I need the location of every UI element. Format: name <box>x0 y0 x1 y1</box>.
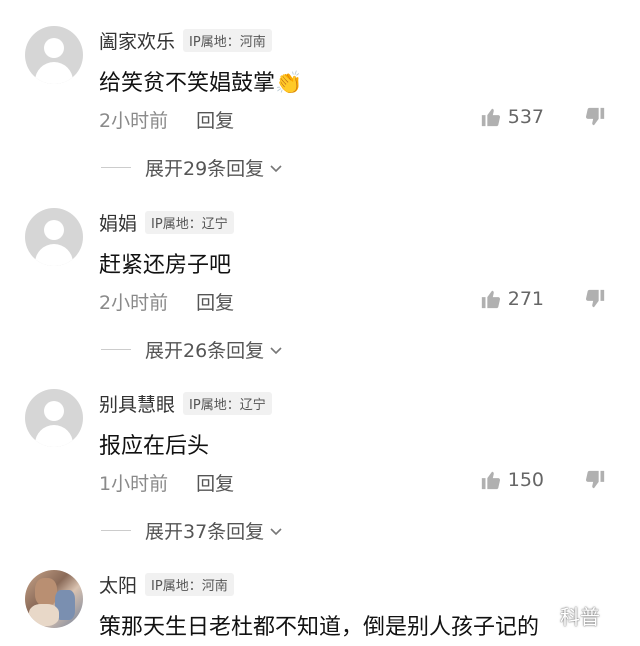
like-count: 150 <box>507 469 544 491</box>
comment-text: 给笑贫不笑娼鼓掌👏 <box>99 71 303 96</box>
expand-replies-label: 展开26条回复 <box>145 340 265 362</box>
reply-button[interactable]: 回复 <box>196 288 234 315</box>
expand-replies-button[interactable]: 展开37条回复 <box>101 517 284 544</box>
name-row: 别具慧眼 IP属地：辽宁 <box>99 390 272 416</box>
comment-text: 报应在后头 <box>99 434 210 459</box>
expand-replies-label: 展开37条回复 <box>145 521 265 543</box>
ip-location-badge: IP属地：河南 <box>145 572 234 596</box>
name-row: 太阳 IP属地：河南 <box>99 571 234 597</box>
name-row: 娟娟 IP属地：辽宁 <box>99 209 234 235</box>
like-button[interactable]: 537 <box>480 106 544 128</box>
comment-meta: 2小时前 回复 <box>99 288 234 315</box>
thumbs-up-icon <box>481 290 500 309</box>
like-button[interactable]: 271 <box>480 288 544 310</box>
like-count: 271 <box>507 288 544 310</box>
comment-time: 2小时前 <box>99 292 169 314</box>
username[interactable]: 太阳 <box>99 571 137 598</box>
avatar[interactable] <box>25 208 83 266</box>
username[interactable]: 阖家欢乐 <box>99 27 175 54</box>
thumbs-up-icon <box>481 471 500 490</box>
avatar[interactable] <box>25 389 83 447</box>
ip-location-badge: IP属地：河南 <box>183 28 272 52</box>
thumbs-up-icon <box>481 108 500 127</box>
thumbs-down-icon[interactable] <box>584 288 606 310</box>
comment-time: 1小时前 <box>99 473 169 495</box>
expand-replies-button[interactable]: 展开26条回复 <box>101 336 284 363</box>
thumbs-down-icon[interactable] <box>584 469 606 491</box>
expand-replies-label: 展开29条回复 <box>145 158 265 180</box>
chevron-down-icon <box>270 346 282 354</box>
chevron-down-icon <box>270 164 282 172</box>
reply-button[interactable]: 回复 <box>196 106 234 133</box>
avatar[interactable] <box>25 26 83 84</box>
avatar[interactable] <box>25 570 83 628</box>
expand-replies-button[interactable]: 展开29条回复 <box>101 154 284 181</box>
chevron-down-icon <box>270 527 282 535</box>
username[interactable]: 别具慧眼 <box>99 390 175 417</box>
username[interactable]: 娟娟 <box>99 209 137 236</box>
comment-meta: 1小时前 回复 <box>99 469 234 496</box>
thumbs-down-icon[interactable] <box>584 106 606 128</box>
like-count: 537 <box>507 106 544 128</box>
comment-meta: 2小时前 回复 <box>99 106 234 133</box>
like-button[interactable]: 150 <box>480 469 544 491</box>
ip-location-badge: IP属地：辽宁 <box>145 210 234 234</box>
watermark: 科普 <box>560 605 600 629</box>
comment-text: 策那天生日老杜都不知道，倒是别人孩子记的 <box>99 615 540 640</box>
ip-location-badge: IP属地：辽宁 <box>183 391 272 415</box>
comment-text: 赶紧还房子吧 <box>99 253 232 278</box>
comment-time: 2小时前 <box>99 110 169 132</box>
reply-button[interactable]: 回复 <box>196 469 234 496</box>
name-row: 阖家欢乐 IP属地：河南 <box>99 27 272 53</box>
